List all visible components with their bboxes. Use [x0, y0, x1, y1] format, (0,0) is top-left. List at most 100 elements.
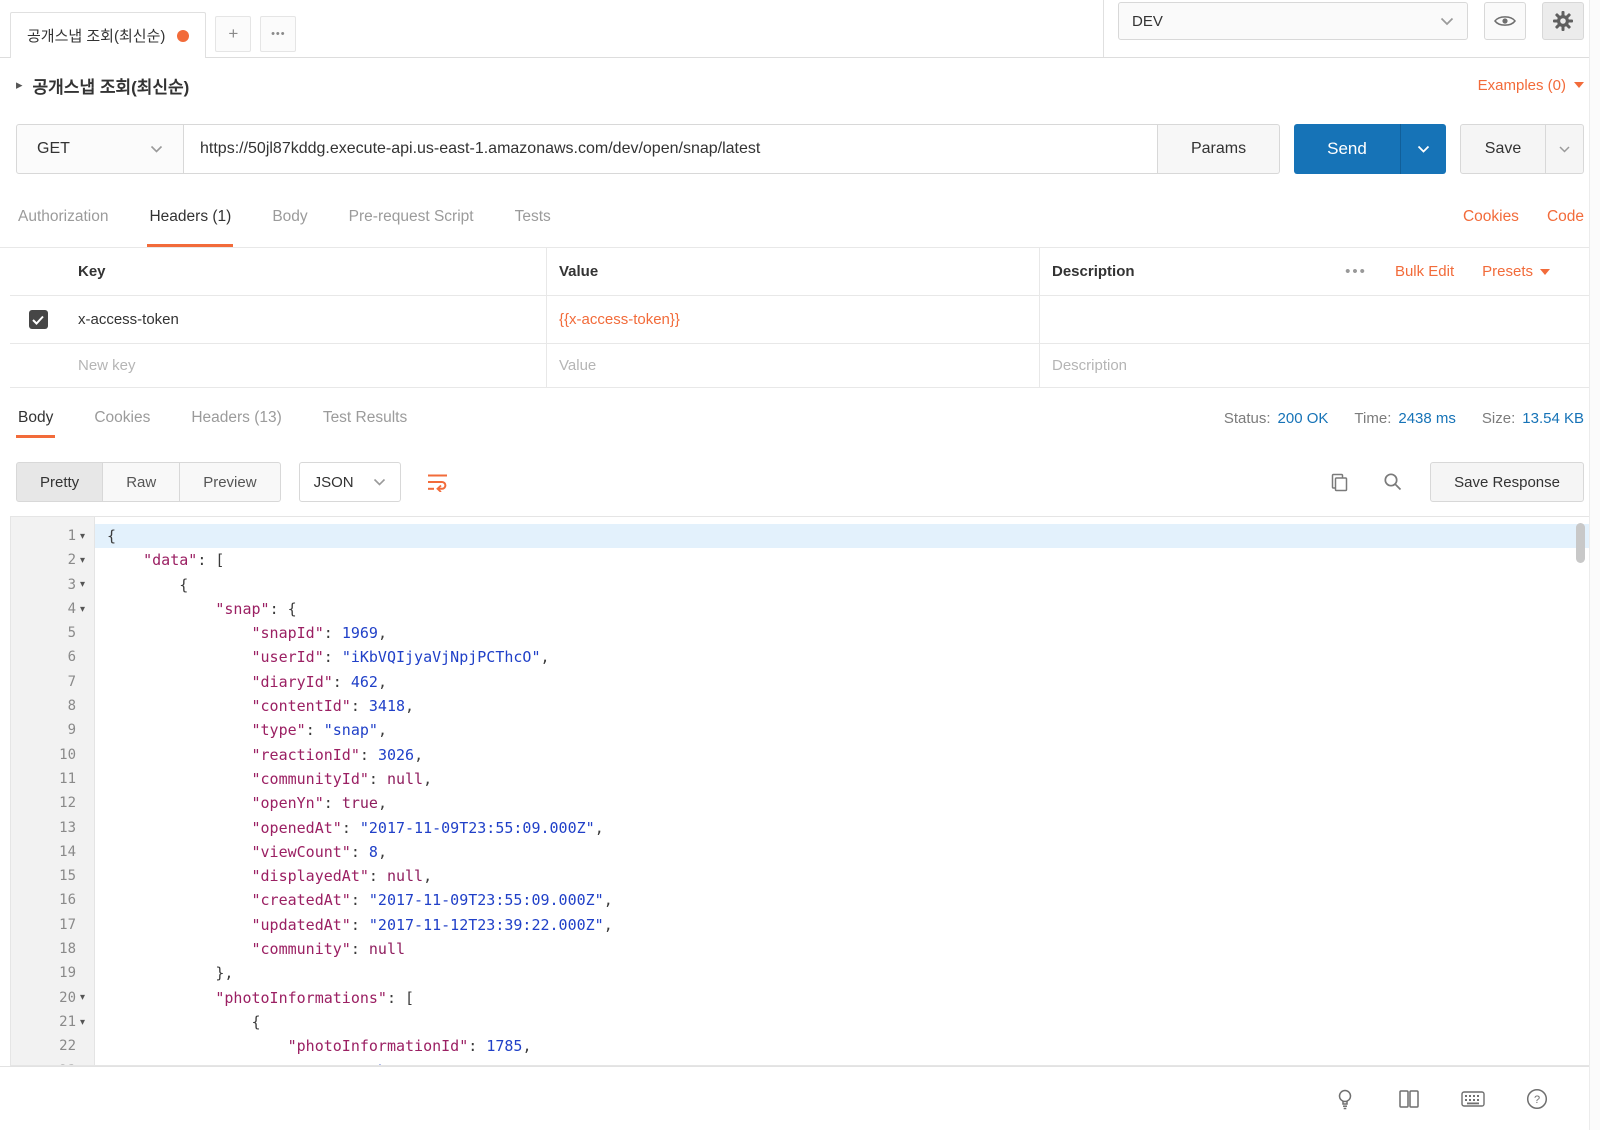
- fold-caret-icon[interactable]: ▾: [76, 579, 89, 590]
- code-content: {: [95, 573, 1589, 597]
- tab-authorization[interactable]: Authorization: [16, 186, 110, 247]
- response-tab-body[interactable]: Body: [16, 388, 55, 448]
- time-pair: Time: 2438 ms: [1354, 410, 1456, 427]
- help-icon: ?: [1526, 1088, 1548, 1110]
- code-line: 5 "snapId": 1969,: [11, 621, 1589, 645]
- help-button[interactable]: ?: [1522, 1084, 1552, 1114]
- status-label: Status:: [1224, 410, 1271, 427]
- line-number: 22: [11, 1034, 95, 1058]
- header-value-cell[interactable]: {{x-access-token}}: [546, 296, 1039, 343]
- environment-select[interactable]: DEV: [1118, 2, 1468, 40]
- save-options-button[interactable]: [1546, 124, 1584, 174]
- response-tab-cookies[interactable]: Cookies: [92, 388, 152, 448]
- code-content: "openedAt": "2017-11-09T23:55:09.000Z",: [95, 816, 1589, 840]
- code-line: 4▾ "snap": {: [11, 597, 1589, 621]
- svg-text:?: ?: [1534, 1094, 1540, 1106]
- view-mode-pretty[interactable]: Pretty: [16, 462, 103, 502]
- triangle-down-icon: [1574, 82, 1584, 88]
- disclosure-triangle-icon[interactable]: ▸: [16, 77, 23, 93]
- format-select[interactable]: JSON: [299, 462, 401, 502]
- page-title: ▸ 공개스냅 조회(최신순): [16, 73, 189, 98]
- tab-tests[interactable]: Tests: [513, 186, 553, 247]
- send-options-button[interactable]: [1400, 124, 1446, 174]
- line-number: 20▾: [11, 986, 95, 1010]
- tips-button[interactable]: [1330, 1084, 1360, 1114]
- code-content: "diaryId": 462,: [95, 670, 1589, 694]
- code-line: 15 "displayedAt": null,: [11, 864, 1589, 888]
- row-checkbox[interactable]: [29, 310, 48, 329]
- response-tab-headers[interactable]: Headers (13): [189, 388, 283, 448]
- code-line: 6 "userId": "iKbVQIjyaVjNpjPCThcO",: [11, 645, 1589, 669]
- open-request-tab[interactable]: 공개스냅 조회(최신순): [10, 12, 206, 58]
- search-response-button[interactable]: [1376, 465, 1410, 499]
- code-line: 19 },: [11, 961, 1589, 985]
- fold-caret-icon[interactable]: ▾: [76, 531, 89, 542]
- table-options-button[interactable]: •••: [1345, 263, 1367, 280]
- time-value[interactable]: 2438 ms: [1398, 410, 1456, 427]
- examples-label: Examples (0): [1478, 77, 1566, 94]
- tab-options-button[interactable]: •••: [260, 16, 296, 52]
- row-checkbox-cell: [10, 296, 66, 343]
- copy-response-button[interactable]: [1322, 465, 1356, 499]
- line-number: 9: [11, 718, 95, 742]
- code-line: 2▾ "data": [: [11, 548, 1589, 572]
- send-button[interactable]: Send: [1294, 124, 1400, 174]
- view-mode-raw[interactable]: Raw: [102, 462, 180, 502]
- new-value-input[interactable]: Value: [546, 344, 1039, 387]
- response-toolbar-left: Pretty Raw Preview JSON: [16, 462, 457, 502]
- new-key-input[interactable]: New key: [66, 344, 546, 387]
- editor-scrollbar[interactable]: [1576, 523, 1585, 563]
- fold-caret-icon[interactable]: ▾: [76, 992, 89, 1003]
- header-row-x-access-token: x-access-token {{x-access-token}}: [10, 296, 1590, 344]
- request-title-row: ▸ 공개스냅 조회(최신순) Examples (0): [0, 58, 1600, 112]
- view-mode-preview[interactable]: Preview: [179, 462, 280, 502]
- line-number: 13: [11, 816, 95, 840]
- request-tabs: Authorization Headers (1) Body Pre-reque…: [16, 186, 553, 247]
- examples-dropdown[interactable]: Examples (0): [1478, 77, 1584, 94]
- two-pane-view-button[interactable]: [1394, 1084, 1424, 1114]
- window-scrollbar[interactable]: [1589, 0, 1600, 1130]
- response-toolbar: Pretty Raw Preview JSON Save Response: [0, 448, 1600, 516]
- code-line: 7 "diaryId": 462,: [11, 670, 1589, 694]
- settings-button[interactable]: [1542, 2, 1584, 40]
- code-line: 8 "contentId": 3418,: [11, 694, 1589, 718]
- column-key: Key: [66, 248, 546, 295]
- copy-icon: [1329, 472, 1350, 493]
- shortcuts-button[interactable]: [1458, 1084, 1488, 1114]
- size-value[interactable]: 13.54 KB: [1522, 410, 1584, 427]
- status-value[interactable]: 200 OK: [1278, 410, 1329, 427]
- bulk-edit-link[interactable]: Bulk Edit: [1395, 263, 1454, 280]
- fold-caret-icon[interactable]: ▾: [76, 555, 89, 566]
- code-content: "createdAt": "2017-11-09T23:55:09.000Z",: [95, 888, 1589, 912]
- header-description-cell[interactable]: [1039, 296, 1590, 343]
- url-input[interactable]: https://50jl87kddg.execute-api.us-east-1…: [184, 124, 1158, 174]
- method-select[interactable]: GET: [16, 124, 184, 174]
- size-pair: Size: 13.54 KB: [1482, 410, 1584, 427]
- cookies-link[interactable]: Cookies: [1463, 208, 1519, 226]
- tab-body[interactable]: Body: [270, 186, 309, 247]
- line-number: 1▾: [11, 524, 95, 548]
- params-button[interactable]: Params: [1158, 124, 1280, 174]
- code-lines: 1▾{2▾ "data": [3▾ {4▾ "snap": {5 "snapId…: [11, 524, 1589, 1066]
- code-line: 1▾{: [11, 524, 1589, 548]
- environment-quick-look-button[interactable]: [1484, 2, 1526, 40]
- header-key-cell[interactable]: x-access-token: [66, 296, 546, 343]
- tab-pre-request-script[interactable]: Pre-request Script: [347, 186, 476, 247]
- fold-caret-icon[interactable]: ▾: [76, 604, 89, 615]
- save-button[interactable]: Save: [1460, 124, 1546, 174]
- tab-headers[interactable]: Headers (1): [147, 186, 233, 247]
- response-tab-test-results[interactable]: Test Results: [321, 388, 409, 448]
- fold-caret-icon[interactable]: ▾: [76, 1017, 89, 1028]
- code-link[interactable]: Code: [1547, 208, 1584, 226]
- presets-dropdown[interactable]: Presets: [1482, 263, 1550, 280]
- column-description-cell: Description ••• Bulk Edit Presets: [1039, 248, 1590, 295]
- line-number: 4▾: [11, 597, 95, 621]
- response-body-editor[interactable]: 1▾{2▾ "data": [3▾ {4▾ "snap": {5 "snapId…: [10, 516, 1590, 1066]
- new-tab-button[interactable]: +: [215, 16, 251, 52]
- save-response-button[interactable]: Save Response: [1430, 462, 1584, 502]
- environment-select-value: DEV: [1132, 13, 1163, 30]
- new-description-input[interactable]: Description: [1039, 344, 1590, 387]
- request-tabs-row: Authorization Headers (1) Body Pre-reque…: [0, 186, 1600, 248]
- headers-table-header-row: Key Value Description ••• Bulk Edit Pres…: [10, 248, 1590, 296]
- wrap-text-button[interactable]: [419, 463, 457, 501]
